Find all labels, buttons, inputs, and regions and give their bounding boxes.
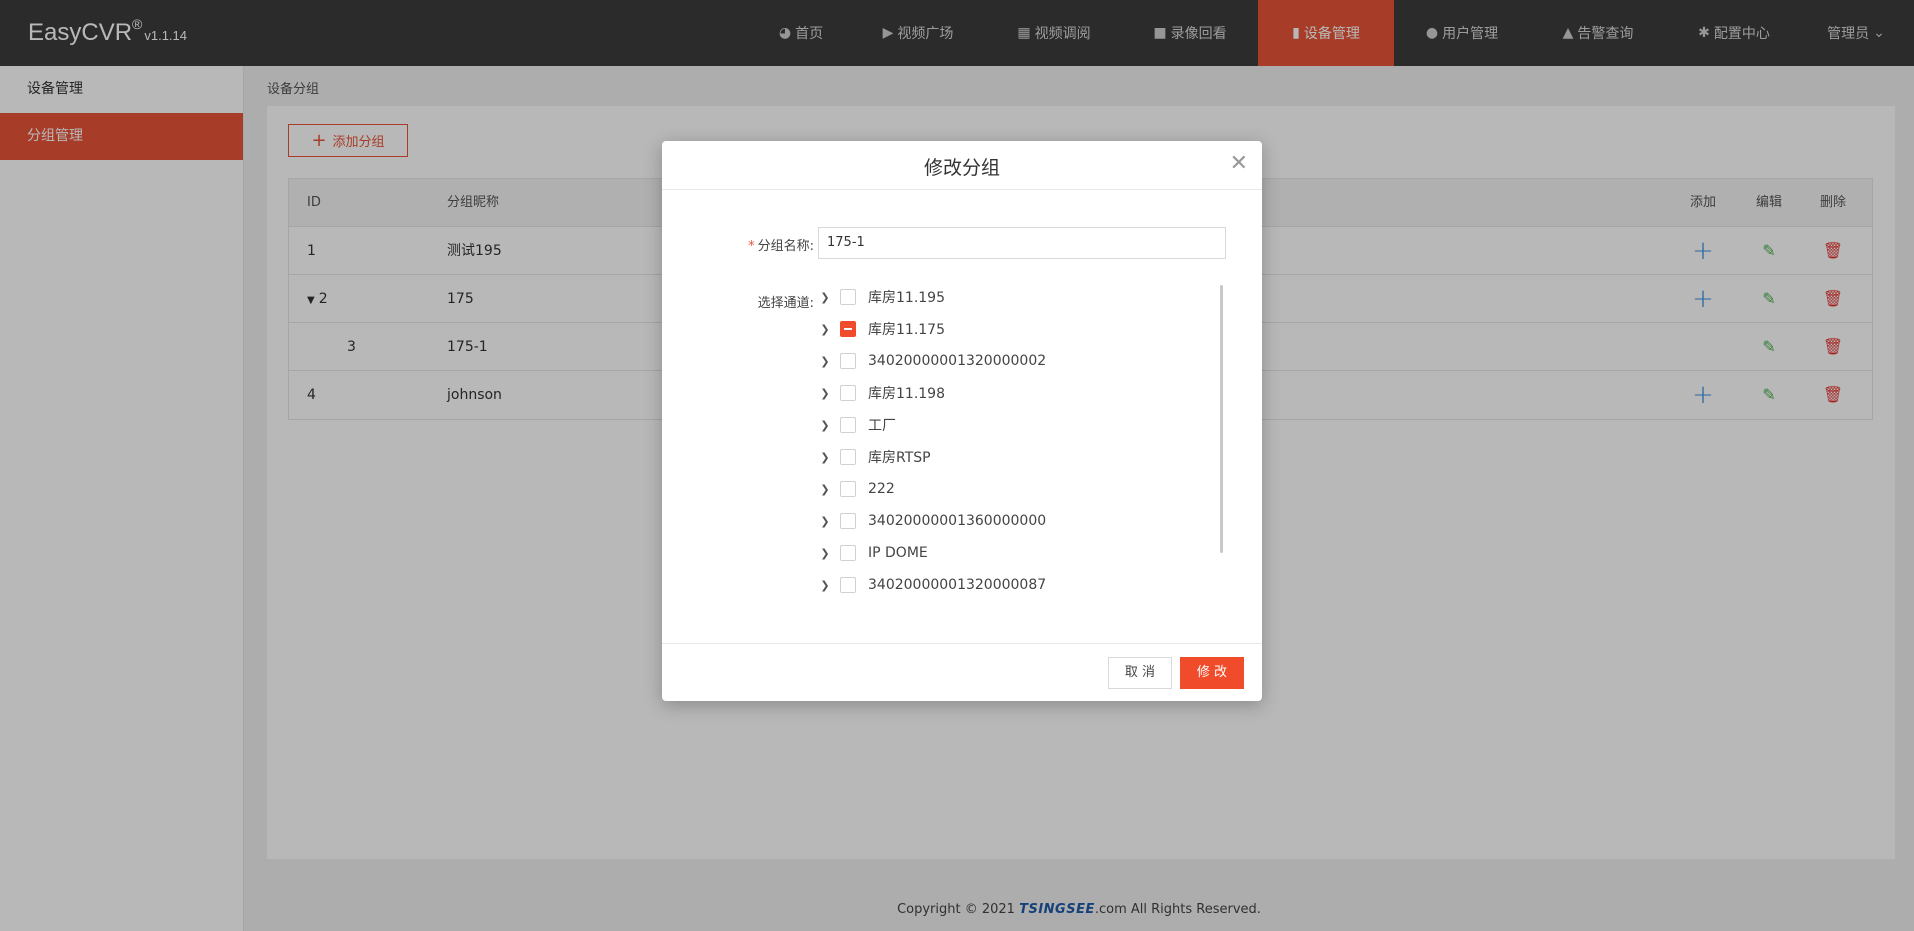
dialog-header: 修改分组 ✕ bbox=[662, 141, 1262, 190]
checkbox-indeterminate[interactable] bbox=[840, 321, 856, 337]
checkbox[interactable] bbox=[840, 289, 856, 305]
channel-select-label: 选择通道: bbox=[757, 296, 814, 311]
expand-arrow-icon[interactable]: ❯ bbox=[818, 579, 832, 592]
expand-arrow-icon[interactable]: ❯ bbox=[818, 355, 832, 368]
group-name-input[interactable]: 175-1 bbox=[818, 227, 1226, 259]
tree-node-label: 工厂 bbox=[868, 418, 896, 434]
expand-arrow-icon[interactable]: ❯ bbox=[818, 515, 832, 528]
tree-node-label: IP DOME bbox=[868, 545, 928, 561]
tree-node[interactable]: ❯ 库房11.198 bbox=[818, 377, 945, 409]
expand-arrow-icon[interactable]: ❯ bbox=[818, 451, 832, 464]
checkbox[interactable] bbox=[840, 385, 856, 401]
tree-node-label: 222 bbox=[868, 481, 895, 497]
tree-node[interactable]: ❯ 34020000001320000002 bbox=[818, 345, 1046, 377]
tree-node-label: 34020000001320000087 bbox=[868, 577, 1047, 593]
group-name-label: * 分组名称: bbox=[722, 235, 814, 254]
tree-node-label: 库房RTSP bbox=[868, 450, 931, 466]
close-icon[interactable]: ✕ bbox=[1230, 153, 1248, 175]
tree-node[interactable]: ❯ 222 bbox=[818, 473, 895, 505]
tree-node[interactable]: ❯ IP DOME bbox=[818, 537, 928, 569]
tree-node[interactable]: ❯ 库房11.175 bbox=[818, 313, 945, 345]
tree-node[interactable]: ❯ 库房RTSP bbox=[818, 441, 931, 473]
checkbox[interactable] bbox=[840, 481, 856, 497]
tree-node[interactable]: ❯ 34020000001360000000 bbox=[818, 505, 1046, 537]
expand-arrow-icon[interactable]: ❯ bbox=[818, 547, 832, 560]
tree-node-label: 库房11.175 bbox=[868, 322, 945, 338]
channel-tree: ❯ 库房11.195 ❯ 库房11.175 ❯ 3402000000132000000… bbox=[818, 281, 1242, 603]
expand-arrow-icon[interactable]: ❯ bbox=[818, 419, 832, 432]
checkbox[interactable] bbox=[840, 577, 856, 593]
cancel-button[interactable]: 取 消 bbox=[1108, 657, 1172, 689]
expand-arrow-icon[interactable]: ❯ bbox=[818, 387, 832, 400]
group-name-label-text: 分组名称: bbox=[757, 239, 814, 254]
expand-arrow-icon[interactable]: ❯ bbox=[818, 483, 832, 496]
modify-button[interactable]: 修 改 bbox=[1180, 657, 1244, 689]
checkbox[interactable] bbox=[840, 417, 856, 433]
tree-node-label: 34020000001320000002 bbox=[868, 353, 1047, 369]
tree-node-label: 库房11.198 bbox=[868, 386, 945, 402]
edit-group-dialog: 修改分组 ✕ * 分组名称: 175-1 选择通道: ❯ 库房11.195 ❯ 库房1… bbox=[662, 141, 1262, 701]
checkbox[interactable] bbox=[840, 513, 856, 529]
checkbox[interactable] bbox=[840, 353, 856, 369]
tree-scrollbar[interactable] bbox=[1220, 285, 1223, 553]
dialog-title: 修改分组 bbox=[923, 157, 1000, 179]
tree-node[interactable]: ❯ 34020000001320000087 bbox=[818, 569, 1046, 601]
checkbox[interactable] bbox=[840, 449, 856, 465]
tree-node-label: 34020000001360000000 bbox=[868, 513, 1047, 529]
tree-node-label: 库房11.195 bbox=[868, 290, 945, 306]
expand-arrow-icon[interactable]: ❯ bbox=[818, 291, 832, 304]
required-asterisk: * bbox=[748, 239, 755, 254]
dialog-footer: 取 消 修 改 bbox=[662, 643, 1262, 701]
tree-node[interactable]: ❯ 工厂 bbox=[818, 409, 896, 441]
tree-node[interactable]: ❯ 库房11.195 bbox=[818, 281, 945, 313]
checkbox[interactable] bbox=[840, 545, 856, 561]
expand-arrow-icon[interactable]: ❯ bbox=[818, 323, 832, 336]
